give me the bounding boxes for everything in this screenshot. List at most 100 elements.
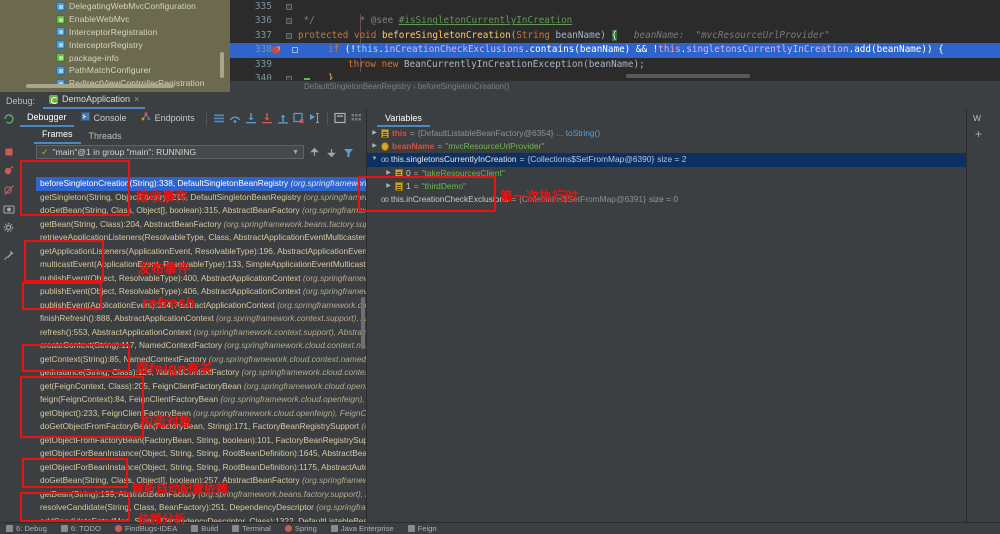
filter-icon[interactable] [342, 146, 355, 159]
rerun-icon[interactable] [3, 112, 15, 124]
tree-horizontal-scrollbar[interactable] [26, 84, 174, 88]
frame-row[interactable]: getSingleton(String, ObjectFactory):215,… [36, 191, 366, 205]
settings-icon[interactable] [3, 221, 15, 233]
editor-line-signature[interactable]: 337 protected void beforeSingletonCreati… [230, 29, 1000, 43]
code-editor[interactable]: 335 * @see #isSingletonCurrentlyInCreati… [230, 0, 1000, 92]
arrow-down-icon[interactable] [325, 146, 338, 159]
breakpoint-icon[interactable] [272, 46, 280, 55]
step-out-icon[interactable] [276, 111, 290, 125]
frame-row[interactable]: getContext(String):85, NamedContextFacto… [36, 353, 366, 367]
frame-row[interactable]: getObjectForBeanInstance(Object, String,… [36, 461, 366, 475]
frame-row[interactable]: createContext(String):117, NamedContextF… [36, 339, 366, 353]
frame-row[interactable]: publishEvent(ApplicationEvent):354, Abst… [36, 299, 366, 313]
project-tree-panel[interactable]: DelegatingWebMvcConfiguration EnableWebMv… [0, 0, 230, 92]
frame-row[interactable]: finishRefresh():888, AbstractApplication… [36, 312, 366, 326]
breadcrumb[interactable]: DefaultSingletonBeanRegistry › beforeSin… [230, 80, 1000, 92]
variable-row[interactable]: ▶ 1 = "thirdDemo" [367, 180, 966, 193]
tab-console[interactable]: Console [74, 110, 134, 126]
tree-item[interactable]: package-info [0, 51, 230, 64]
variables-tree[interactable]: ▶ this = {DefaultListableBeanFactory@6354}.… [367, 127, 966, 522]
variable-row[interactable]: ▼ oo this.singletonsCurrentlyInCreation = {C… [367, 153, 966, 167]
mute-breakpoints-icon[interactable] [3, 183, 15, 195]
tree-item[interactable]: PathMatchConfigurer [0, 64, 230, 77]
add-watch-button[interactable]: + [967, 123, 1000, 141]
editor-line[interactable]: 339 throw new BeanCurrentlyInCreationExc… [230, 58, 1000, 72]
variable-row[interactable]: ▶ this = {DefaultListableBeanFactory@6354}.… [367, 127, 966, 140]
tab-endpoints[interactable]: Endpoints [134, 110, 202, 126]
frame-row[interactable]: get(FeignContext, Class):205, FeignClien… [36, 380, 366, 394]
frames-list[interactable]: beforeSingletonCreation(String):338, Def… [36, 177, 366, 522]
force-step-into-icon[interactable] [260, 111, 274, 125]
tree-vertical-scrollbar[interactable] [220, 52, 224, 78]
status-bar-item[interactable]: Java Enterprise [330, 524, 394, 533]
tab-frames[interactable]: Frames [34, 127, 81, 144]
editor-line[interactable]: 336 */ [230, 14, 1000, 28]
editor-horizontal-scrollbar[interactable] [626, 74, 750, 78]
frame-row[interactable]: getBean(String):199, AbstractBeanFactory… [36, 488, 366, 502]
settings-grid-icon[interactable] [349, 111, 363, 125]
pin-icon[interactable] [3, 248, 15, 260]
evaluate-icon[interactable] [333, 111, 347, 125]
fold-marker[interactable] [286, 4, 292, 10]
variable-row[interactable]: oo this.inCreationCheckExclusions = {Collec… [367, 193, 966, 206]
editor-line-current[interactable]: 338 if (!this.inCreationCheckExclusions.… [230, 43, 1000, 58]
run-to-cursor-icon[interactable] [308, 111, 322, 125]
tree-item[interactable]: InterceptorRegistry [0, 38, 230, 51]
tab-debugger[interactable]: Debugger [20, 110, 74, 127]
expand-icon[interactable]: ▶ [385, 167, 392, 180]
frame-row[interactable]: getObjectForBeanInstance(Object, String,… [36, 447, 366, 461]
fold-marker[interactable] [286, 18, 292, 25]
frame-row[interactable]: addCandidateEntry(Map, String, Dependenc… [36, 515, 366, 523]
stop-icon[interactable] [3, 145, 15, 157]
frames-scrollbar[interactable] [361, 297, 365, 349]
step-into-icon[interactable] [244, 111, 258, 125]
frame-row[interactable]: doGetObjectFromFactoryBean(FactoryBean, … [36, 420, 366, 434]
expand-collapse-icon[interactable]: ▼ [371, 153, 378, 166]
status-bar-item[interactable]: FindBugs-IDEA [114, 524, 177, 533]
frame-row[interactable]: resolveCandidate(String, Class, BeanFact… [36, 501, 366, 515]
fold-marker[interactable] [286, 32, 292, 39]
status-bar-item[interactable]: 6: TODO [60, 524, 101, 533]
frame-row[interactable]: getInstance(String, Class):126, NamedCon… [36, 366, 366, 380]
frame-row[interactable]: retrieveApplicationListeners(ResolvableT… [36, 231, 366, 245]
drop-frame-icon[interactable] [292, 111, 306, 125]
status-bar-item[interactable]: Terminal [232, 524, 271, 533]
variable-row[interactable]: ▶ 0 = "takeResourcesClient" [367, 167, 966, 180]
expand-icon[interactable]: ▶ [371, 140, 378, 153]
watches-panel[interactable]: W + [966, 109, 1000, 522]
close-icon[interactable]: × [134, 94, 139, 104]
frame-row[interactable]: getApplicationListeners(ApplicationEvent… [36, 245, 366, 259]
arrow-up-icon[interactable] [308, 146, 321, 159]
view-breakpoints-icon[interactable] [3, 164, 15, 176]
frame-row[interactable]: getObject():233, FeignClientFactoryBean … [36, 407, 366, 421]
frame-row[interactable]: getObjectFromFactoryBean(FactoryBean, St… [36, 434, 366, 448]
expand-icon[interactable]: ▶ [371, 127, 378, 140]
frame-row[interactable]: refresh():553, AbstractApplicationContex… [36, 326, 366, 340]
status-bar-item[interactable]: Spring [284, 524, 317, 533]
tree-item[interactable]: DelegatingWebMvcConfiguration [0, 0, 230, 13]
status-bar-item[interactable]: Build [191, 524, 218, 533]
frame-row[interactable]: publishEvent(Object, ResolvableType):406… [36, 285, 366, 299]
frame-row[interactable]: feign(FeignContext):84, FeignClientFacto… [36, 393, 366, 407]
frame-row[interactable]: multicastEvent(ApplicationEvent, Resolva… [36, 258, 366, 272]
thread-select[interactable]: ✓ "main"@1 in group "main": RUNNING ▼ [36, 145, 304, 159]
variable-row[interactable]: ▶ beanName = "mvcResourceUrlProvider" [367, 140, 966, 153]
tree-item[interactable]: EnableWebMvc [0, 13, 230, 26]
tab-threads[interactable]: Threads [81, 129, 130, 144]
camera-icon[interactable] [3, 202, 15, 214]
editor-line[interactable]: 335 * @see #isSingletonCurrentlyInCreati… [230, 0, 1000, 26]
frame-row[interactable]: doGetBean(String, Class, Object[], boole… [36, 204, 366, 218]
fold-marker[interactable] [292, 47, 298, 54]
step-over-icon[interactable] [228, 111, 242, 125]
frame-row-selected[interactable]: beforeSingletonCreation(String):338, Def… [36, 177, 366, 191]
run-configuration-tab[interactable]: DemoApplication × [43, 92, 146, 109]
chevron-down-icon[interactable]: ▼ [292, 149, 299, 156]
frame-row[interactable]: getBean(String, Class):204, AbstractBean… [36, 218, 366, 232]
tostring-link[interactable]: ... toString() [556, 127, 600, 140]
tree-item[interactable]: InterceptorRegistration [0, 26, 230, 39]
frame-row[interactable]: doGetBean(String, Class, Object[], boole… [36, 474, 366, 488]
layout-icon[interactable] [212, 111, 226, 125]
expand-icon[interactable]: ▶ [385, 180, 392, 193]
frame-row[interactable]: publishEvent(Object, ResolvableType):400… [36, 272, 366, 286]
status-bar-item[interactable]: 6: Debug [6, 524, 47, 533]
